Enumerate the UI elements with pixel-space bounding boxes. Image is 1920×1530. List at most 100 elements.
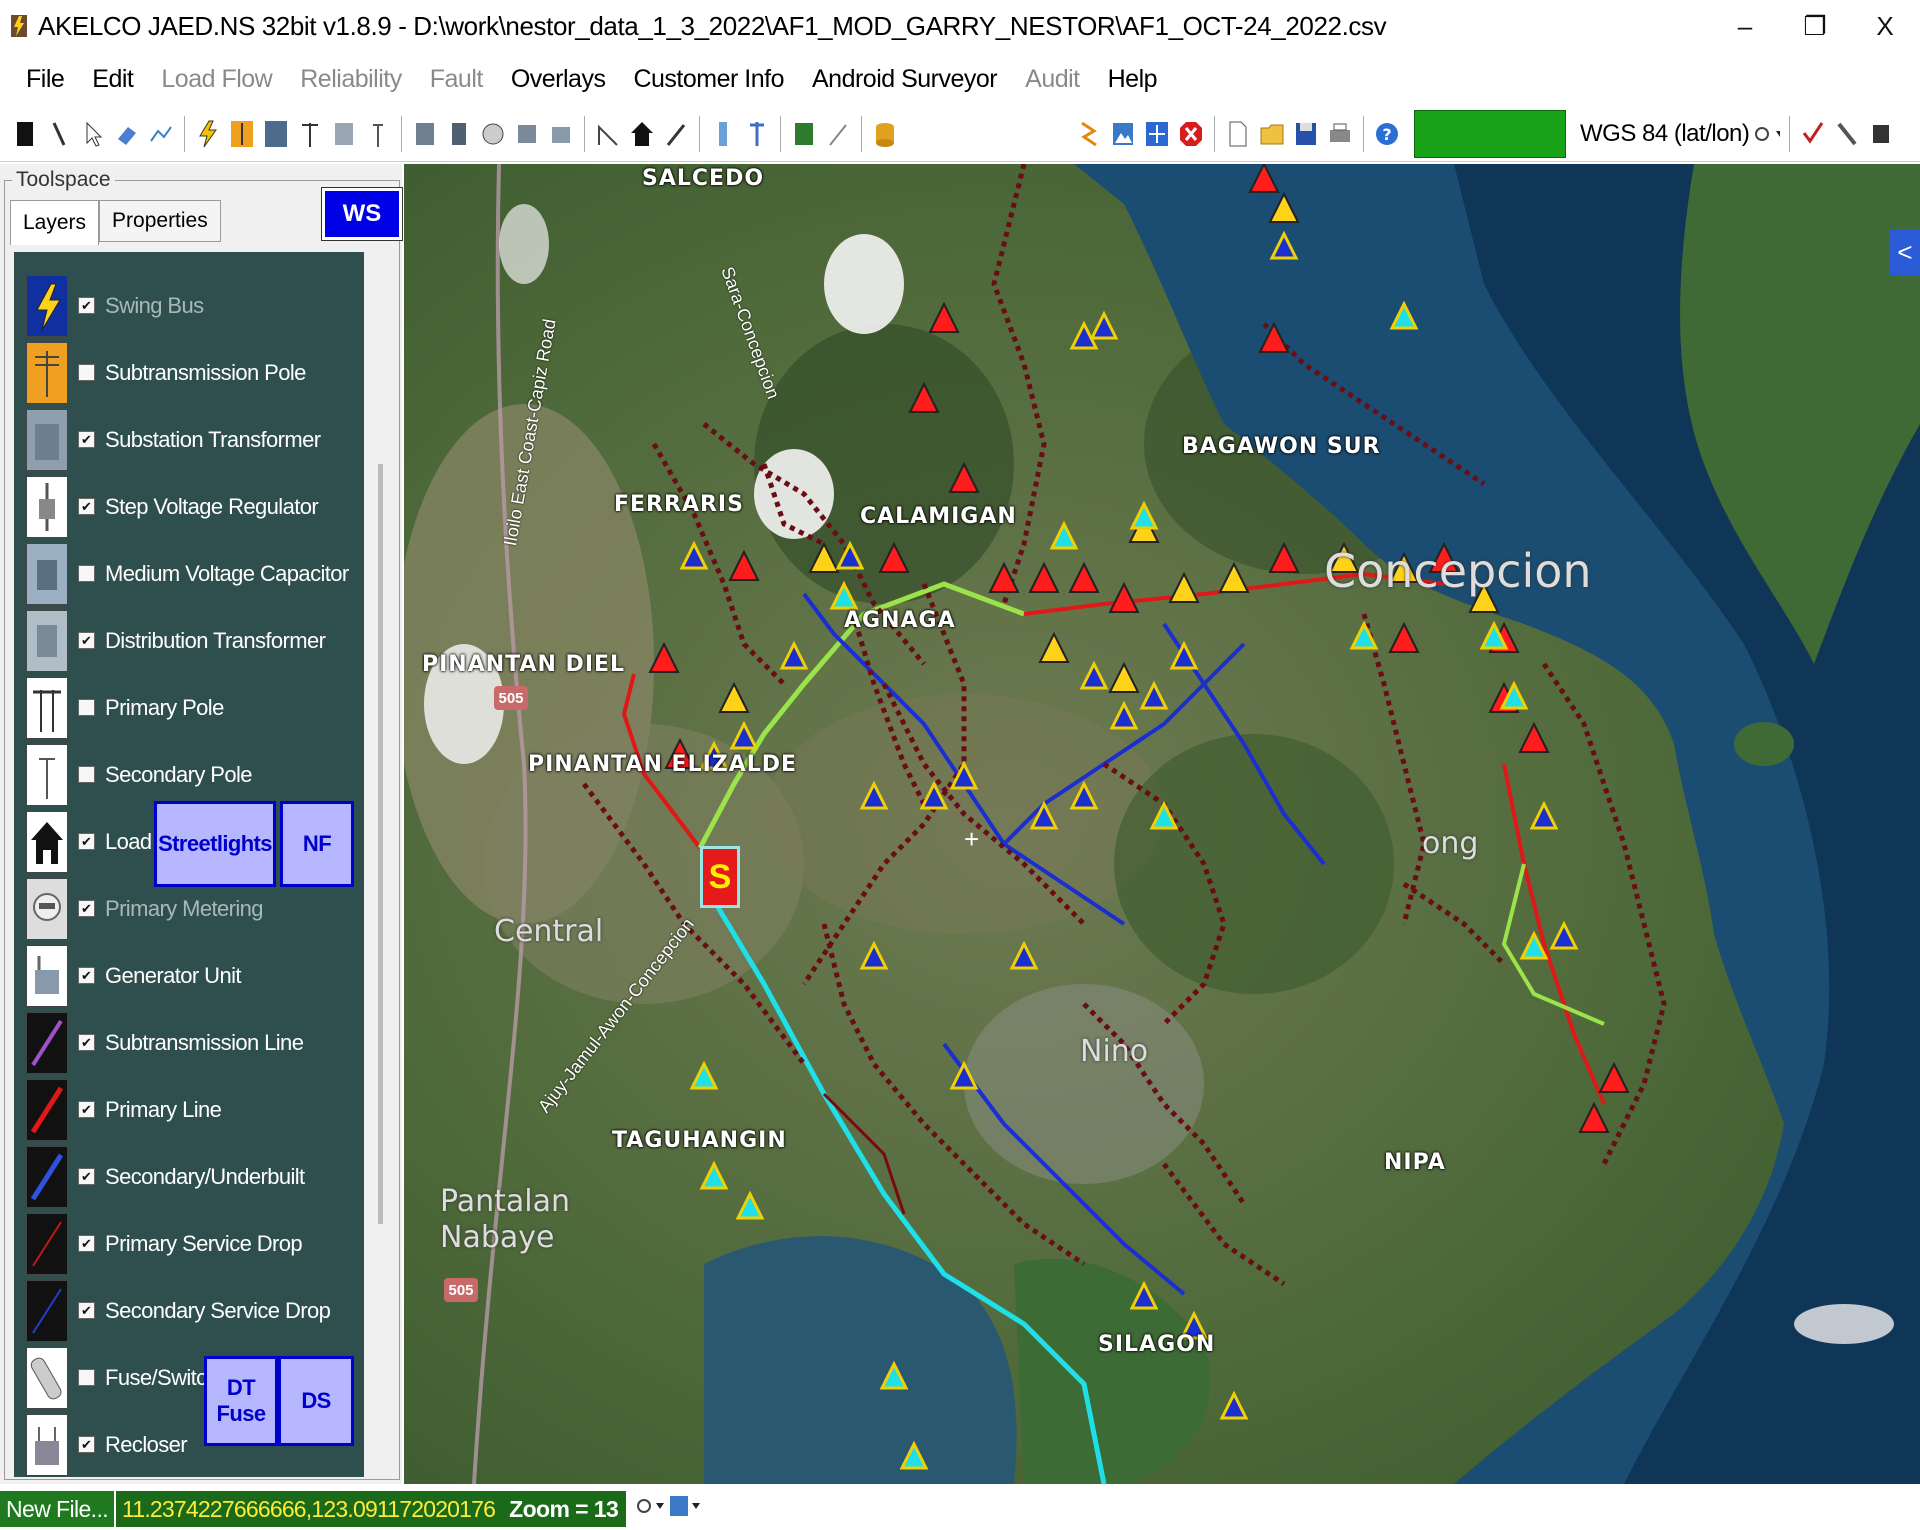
- layer-checkbox[interactable]: [78, 766, 95, 783]
- capacitor-icon[interactable]: [411, 117, 439, 151]
- edit-check-icon[interactable]: [1799, 117, 1827, 151]
- menu-load-flow[interactable]: Load Flow: [147, 65, 286, 94]
- map-canvas[interactable]: SALCEDO FERRARIS CALAMIGAN AGNAGA BAGAWO…: [404, 164, 1920, 1484]
- layer-checkbox[interactable]: ✔: [78, 1302, 95, 1319]
- map-label-agnaga: AGNAGA: [844, 608, 956, 633]
- house-icon[interactable]: [628, 117, 656, 151]
- menu-edit[interactable]: Edit: [78, 65, 147, 94]
- layer-primary-line[interactable]: ✔ Primary Line: [14, 1076, 364, 1143]
- layer-checkbox[interactable]: ✔: [78, 1034, 95, 1051]
- switch-icon[interactable]: [743, 117, 771, 151]
- menu-audit[interactable]: Audit: [1011, 65, 1093, 94]
- layer-primary-service-drop[interactable]: ✔ Primary Service Drop: [14, 1210, 364, 1277]
- layer-checkbox[interactable]: [78, 565, 95, 582]
- eraser-icon[interactable]: [113, 117, 141, 151]
- tab-layers[interactable]: Layers: [10, 200, 100, 245]
- layer-checkbox[interactable]: ✔: [78, 1101, 95, 1118]
- menu-fault[interactable]: Fault: [416, 65, 497, 94]
- menu-help[interactable]: Help: [1094, 65, 1171, 94]
- subtransmission-pole-icon[interactable]: [228, 117, 256, 151]
- snap-dropdown-icon[interactable]: [634, 1493, 668, 1525]
- layers-icon[interactable]: [1867, 117, 1895, 151]
- layer-step-voltage-regulator[interactable]: ✔ Step Voltage Regulator: [14, 473, 364, 540]
- scrollbar-thumb[interactable]: [378, 464, 383, 1224]
- wand-icon[interactable]: [824, 117, 852, 151]
- help-icon[interactable]: ?: [1373, 117, 1401, 151]
- highway-badge: 505: [444, 1278, 478, 1302]
- menu-android-surveyor[interactable]: Android Surveyor: [798, 65, 1011, 94]
- menu-overlays[interactable]: Overlays: [497, 65, 620, 94]
- stop-icon[interactable]: [11, 117, 39, 151]
- save-icon[interactable]: [1292, 117, 1320, 151]
- crs-label: WGS 84 (lat/lon): [1580, 119, 1750, 147]
- layer-checkbox[interactable]: ✔: [78, 431, 95, 448]
- regulator-icon[interactable]: [445, 117, 473, 151]
- print-icon[interactable]: [1326, 117, 1354, 151]
- primary-pole-icon[interactable]: [296, 117, 324, 151]
- meter-icon[interactable]: [479, 117, 507, 151]
- pointer-icon[interactable]: [79, 117, 107, 151]
- probe-icon[interactable]: [45, 117, 73, 151]
- pencil-icon[interactable]: [1833, 117, 1861, 151]
- layer-checkbox[interactable]: ✔: [78, 632, 95, 649]
- open-folder-icon[interactable]: [1258, 117, 1286, 151]
- pen-icon[interactable]: [662, 117, 690, 151]
- ds-button[interactable]: DS: [278, 1356, 354, 1446]
- layer-checkbox[interactable]: ✔: [78, 1436, 95, 1453]
- layer-distribution-transformer[interactable]: ✔ Distribution Transformer: [14, 607, 364, 674]
- menu-reliability[interactable]: Reliability: [286, 65, 415, 94]
- layer-checkbox[interactable]: ✔: [78, 900, 95, 917]
- layer-generator-unit[interactable]: ✔ Generator Unit: [14, 942, 364, 1009]
- substation-icon[interactable]: [262, 117, 290, 151]
- minimize-button[interactable]: –: [1710, 0, 1780, 52]
- layer-medium-voltage-capacitor[interactable]: Medium Voltage Capacitor: [14, 540, 364, 607]
- dt-fuse-button[interactable]: DT Fuse: [204, 1356, 278, 1446]
- layer-secondary-pole[interactable]: Secondary Pole: [14, 741, 364, 808]
- measure-icon[interactable]: [594, 117, 622, 151]
- layer-checkbox[interactable]: [78, 1369, 95, 1386]
- route-icon[interactable]: [1075, 117, 1103, 151]
- secondary-pole-icon[interactable]: [364, 117, 392, 151]
- layer-checkbox[interactable]: ✔: [78, 1235, 95, 1252]
- layer-checkbox[interactable]: ✔: [78, 1168, 95, 1185]
- tab-properties[interactable]: Properties: [99, 200, 221, 242]
- layer-secondary-underbuilt[interactable]: ✔ Secondary/Underbuilt: [14, 1143, 364, 1210]
- new-file-icon[interactable]: [1224, 117, 1252, 151]
- layer-subtransmission-pole[interactable]: Subtransmission Pole: [14, 339, 364, 406]
- streetlights-button[interactable]: Streetlights: [154, 801, 276, 887]
- map-label-pantalan-nabaye: Pantalan Nabaye: [440, 1184, 571, 1255]
- layer-checkbox[interactable]: ✔: [78, 498, 95, 515]
- layer-checkbox[interactable]: [78, 364, 95, 381]
- close-button[interactable]: X: [1850, 0, 1920, 52]
- export-icon[interactable]: [790, 117, 818, 151]
- layer-secondary-service-drop[interactable]: ✔ Secondary Service Drop: [14, 1277, 364, 1344]
- layer-checkbox[interactable]: ✔: [78, 833, 95, 850]
- layer-checkbox[interactable]: ✔: [78, 967, 95, 984]
- delete-icon[interactable]: [1177, 117, 1205, 151]
- substation-marker[interactable]: S: [700, 846, 740, 908]
- menu-customer-info[interactable]: Customer Info: [619, 65, 798, 94]
- move-icon[interactable]: [1143, 117, 1171, 151]
- generator-icon[interactable]: [547, 117, 575, 151]
- image-icon[interactable]: [1109, 117, 1137, 151]
- menu-file[interactable]: File: [12, 65, 78, 94]
- layer-checkbox[interactable]: [78, 699, 95, 716]
- basemap-dropdown-icon[interactable]: [668, 1493, 702, 1525]
- layer-subtransmission-line[interactable]: ✔ Subtransmission Line: [14, 1009, 364, 1076]
- nf-button[interactable]: NF: [280, 801, 354, 887]
- recloser-icon[interactable]: [513, 117, 541, 151]
- layer-checkbox[interactable]: ✔: [78, 297, 95, 314]
- layer-primary-pole[interactable]: Primary Pole: [14, 674, 364, 741]
- restore-button[interactable]: ❐: [1780, 0, 1850, 52]
- transformer-icon[interactable]: [330, 117, 358, 151]
- ws-button[interactable]: WS: [322, 188, 402, 240]
- fuse-icon[interactable]: [709, 117, 737, 151]
- draw-line-icon[interactable]: [147, 117, 175, 151]
- lightning-icon[interactable]: [194, 117, 222, 151]
- crs-dropdown-icon[interactable]: [1752, 117, 1781, 151]
- layer-substation-transformer[interactable]: ✔ Substation Transformer: [14, 406, 364, 473]
- layers-scrollbar[interactable]: [370, 264, 392, 1474]
- database-icon[interactable]: [871, 117, 899, 151]
- collapse-panel-button[interactable]: <: [1890, 229, 1920, 275]
- layer-swing-bus[interactable]: ✔ Swing Bus: [14, 272, 364, 339]
